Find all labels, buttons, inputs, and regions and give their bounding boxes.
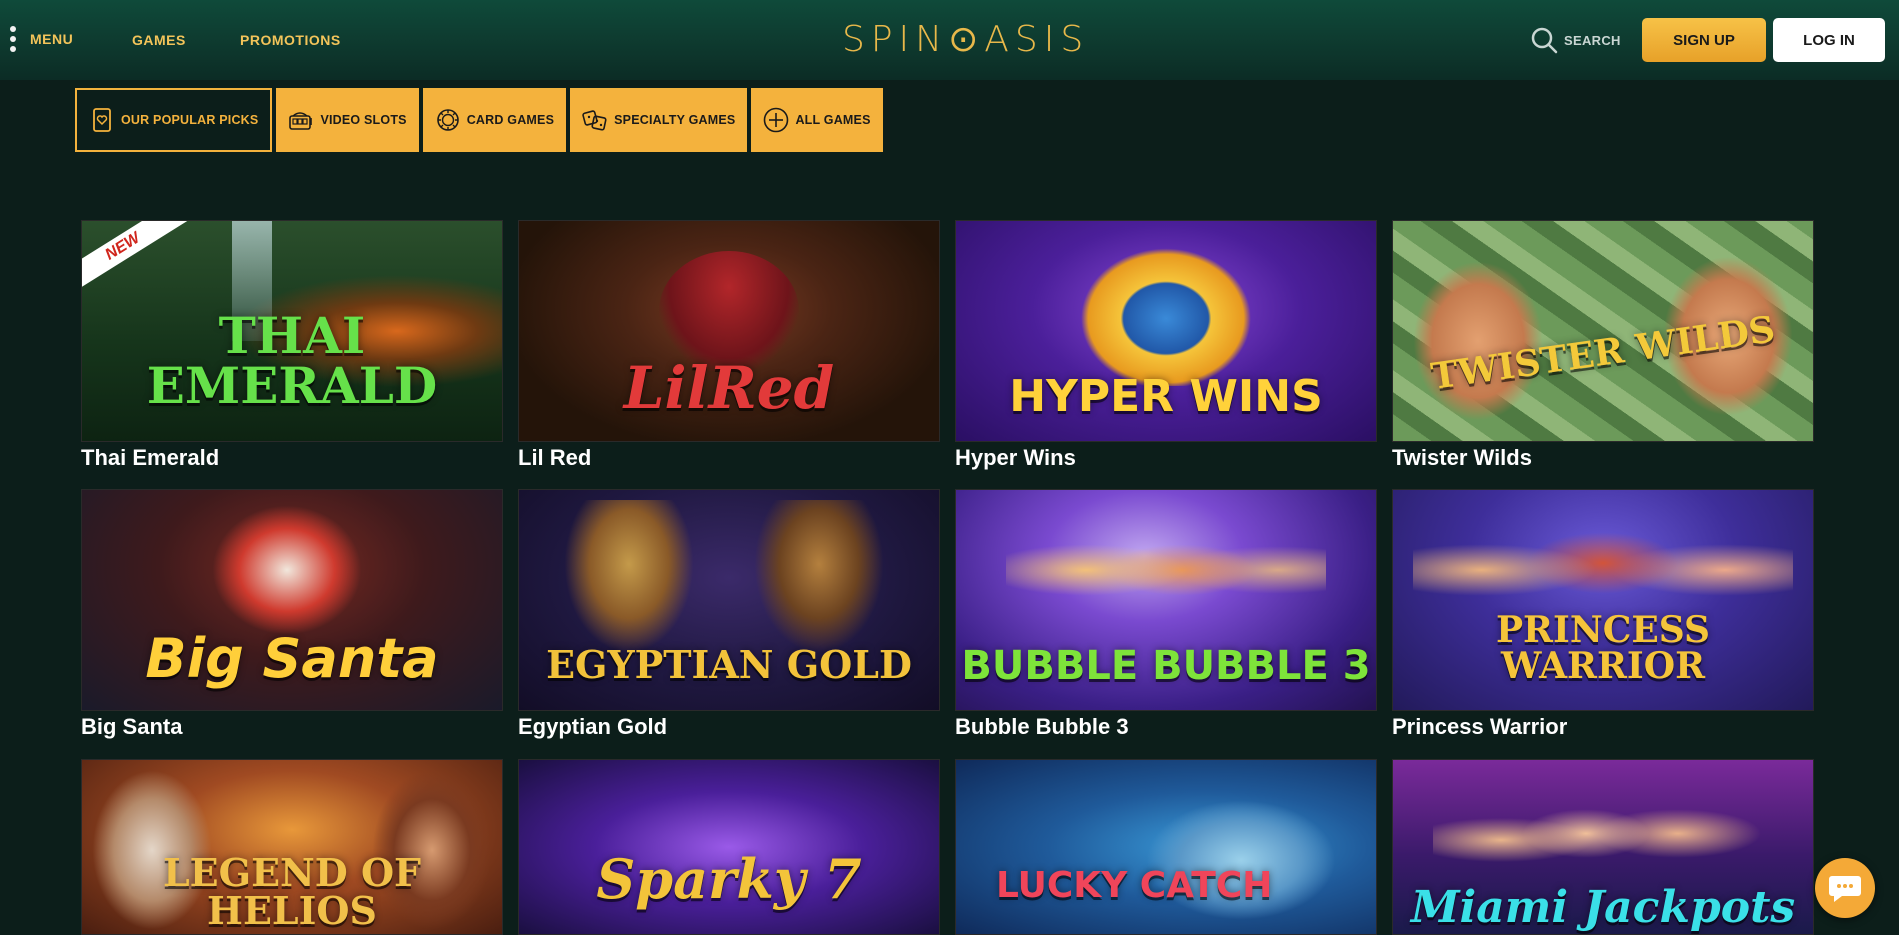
- game-card-sparky-7[interactable]: Sparky 7: [518, 759, 940, 935]
- game-thumbnail[interactable]: THAI EMERALD NEW: [81, 220, 503, 442]
- menu-label: MENU: [30, 31, 74, 47]
- game-title[interactable]: Bubble Bubble 3: [955, 713, 1377, 741]
- site-logo[interactable]: SPIN⊙ASIS: [842, 16, 1083, 62]
- logo-text: SPIN⊙ASIS: [842, 18, 1090, 60]
- game-title[interactable]: Princess Warrior: [1392, 713, 1814, 741]
- game-thumbnail[interactable]: Miami Jackpots: [1392, 759, 1814, 935]
- game-art-title: EGYPTIAN GOLD: [546, 642, 912, 687]
- game-thumbnail[interactable]: LEGEND OF HELIOS: [81, 759, 503, 935]
- tab-card-games[interactable]: CARD GAMES: [422, 88, 567, 152]
- witches-graphic: [1006, 510, 1326, 630]
- game-art-title: THAI EMERALD: [146, 306, 438, 415]
- characters-graphic: [659, 251, 799, 371]
- site-header: MENU GAMES PROMOTIONS SPIN⊙ASIS SEARCH S…: [0, 0, 1899, 80]
- game-thumbnail[interactable]: LilRed: [518, 220, 940, 442]
- game-title[interactable]: Lil Red: [518, 444, 940, 472]
- tab-specialty-games[interactable]: SPECIALTY GAMES: [570, 88, 748, 152]
- log-in-button[interactable]: LOG IN: [1773, 18, 1885, 62]
- game-card-lil-red[interactable]: LilRed Lil Red: [518, 220, 940, 472]
- dice-icon: [582, 107, 608, 133]
- game-thumbnail[interactable]: LUCKY CATCH: [955, 759, 1377, 935]
- game-thumbnail[interactable]: EGYPTIAN GOLD: [518, 489, 940, 711]
- new-badge: NEW: [82, 221, 193, 297]
- game-art-title: Big Santa: [145, 627, 439, 690]
- tab-label: VIDEO SLOTS: [320, 113, 407, 127]
- tab-all-games[interactable]: ALL GAMES: [751, 88, 883, 152]
- game-art-title: LEGEND OF HELIOS: [162, 850, 422, 933]
- game-art-title: Sparky 7: [596, 847, 862, 911]
- game-thumbnail[interactable]: Big Santa: [81, 489, 503, 711]
- nav-games[interactable]: GAMES: [132, 32, 186, 48]
- heart-card-icon: [89, 107, 115, 133]
- game-card-miami-jackpots[interactable]: Miami Jackpots: [1392, 759, 1814, 935]
- game-art-title: LUCKY CATCH: [996, 865, 1273, 906]
- menu-button[interactable]: MENU: [10, 26, 73, 52]
- sign-up-button[interactable]: SIGN UP: [1642, 18, 1766, 62]
- game-card-hyper-wins[interactable]: HYPER WINS Hyper Wins: [955, 220, 1377, 472]
- game-art-title: Miami Jackpots: [1410, 882, 1796, 933]
- game-card-bubble-bubble-3[interactable]: BUBBLE BUBBLE 3 Bubble Bubble 3: [955, 489, 1377, 741]
- tab-label: SPECIALTY GAMES: [614, 113, 736, 127]
- star-graphic: [1066, 236, 1266, 386]
- game-thumbnail[interactable]: PRINCESS WARRIOR: [1392, 489, 1814, 711]
- game-title[interactable]: Thai Emerald: [81, 444, 503, 472]
- tab-popular-picks[interactable]: OUR POPULAR PICKS: [75, 88, 273, 152]
- game-title[interactable]: Big Santa: [81, 713, 503, 741]
- nav-promotions[interactable]: PROMOTIONS: [240, 32, 341, 48]
- queen-graphic: [749, 500, 889, 660]
- slot-machine-icon: [288, 107, 314, 133]
- game-card-thai-emerald[interactable]: THAI EMERALD NEW Thai Emerald: [81, 220, 503, 472]
- game-thumbnail[interactable]: HYPER WINS: [955, 220, 1377, 442]
- game-thumbnail[interactable]: Sparky 7: [518, 759, 940, 935]
- game-thumbnail[interactable]: BUBBLE BUBBLE 3: [955, 489, 1377, 711]
- game-art-title: BUBBLE BUBBLE 3: [961, 643, 1371, 689]
- poker-chip-icon: [435, 107, 461, 133]
- game-card-egyptian-gold[interactable]: EGYPTIAN GOLD Egyptian Gold: [518, 489, 940, 741]
- game-title[interactable]: Hyper Wins: [955, 444, 1377, 472]
- game-title[interactable]: Twister Wilds: [1392, 444, 1814, 472]
- game-art-title: PRINCESS WARRIOR: [1495, 609, 1711, 687]
- tab-label: CARD GAMES: [466, 113, 555, 127]
- game-card-twister-wilds[interactable]: TWISTER WILDS Twister Wilds: [1392, 220, 1814, 472]
- santa-graphic: [212, 505, 362, 635]
- game-title[interactable]: Egyptian Gold: [518, 713, 940, 741]
- tab-label: OUR POPULAR PICKS: [121, 113, 259, 127]
- game-art-title: LilRed: [623, 354, 835, 422]
- game-art-title: HYPER WINS: [1009, 371, 1323, 422]
- game-card-legend-of-helios[interactable]: LEGEND OF HELIOS: [81, 759, 503, 935]
- chat-bubble-icon: [1829, 876, 1861, 902]
- category-tabs: OUR POPULAR PICKS VIDEO SLOTS CARD GAMES…: [75, 88, 883, 152]
- game-thumbnail[interactable]: TWISTER WILDS: [1392, 220, 1814, 442]
- game-card-lucky-catch[interactable]: LUCKY CATCH: [955, 759, 1377, 935]
- game-card-big-santa[interactable]: Big Santa Big Santa: [81, 489, 503, 741]
- tab-video-slots[interactable]: VIDEO SLOTS: [276, 88, 419, 152]
- game-card-princess-warrior[interactable]: PRINCESS WARRIOR Princess Warrior: [1392, 489, 1814, 741]
- search-button[interactable]: SEARCH: [1530, 26, 1621, 54]
- pharaoh-graphic: [559, 500, 699, 660]
- search-icon: [1531, 27, 1558, 54]
- kebab-menu-icon: [10, 26, 16, 52]
- search-label: SEARCH: [1564, 32, 1621, 48]
- character-left-graphic: [1413, 261, 1543, 421]
- live-chat-button[interactable]: [1815, 858, 1875, 918]
- plus-circle-icon: [763, 107, 789, 133]
- tab-label: ALL GAMES: [795, 113, 871, 127]
